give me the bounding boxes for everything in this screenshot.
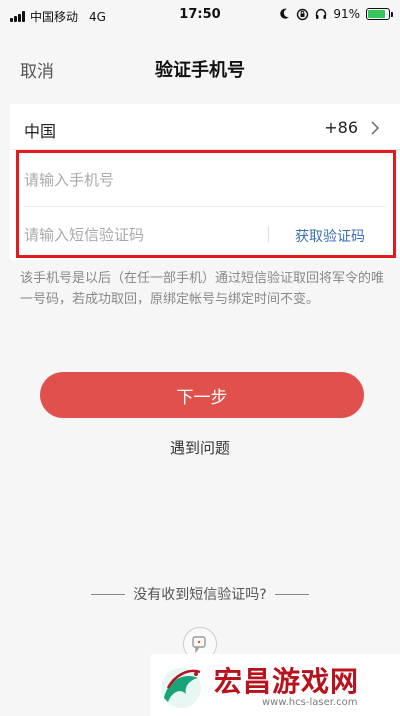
lock-rotation-icon (297, 8, 309, 20)
watermark: 宏昌游戏网 www.hcs-laser.com (150, 654, 400, 716)
no-sms-help: 没有收到短信验证吗? (0, 584, 400, 604)
dragon-logo-icon (161, 668, 201, 708)
status-right: 91% (279, 7, 393, 21)
battery-fill (368, 10, 386, 18)
notice-text: 该手机号是以后（在任一部手机）通过短信验证取回将军令的唯一号码，若成功取回，原绑… (20, 271, 385, 307)
country-code: +86 (324, 118, 358, 137)
divider (24, 206, 386, 207)
battery-percent: 91% (333, 7, 360, 21)
phone-input[interactable] (24, 168, 364, 192)
page-title: 验证手机号 (155, 60, 245, 81)
divider (91, 593, 126, 595)
divider (268, 226, 269, 242)
no-sms-label: 没有收到短信验证吗? (133, 587, 267, 603)
chat-support-icon (192, 636, 206, 654)
get-code-button[interactable]: 获取验证码 (280, 226, 380, 246)
next-button[interactable]: 下一步 (40, 372, 364, 418)
watermark-brand: 宏昌游戏网 (214, 665, 360, 698)
chevron-right-icon (371, 121, 380, 135)
problem-link[interactable]: 遇到问题 (0, 437, 400, 458)
nav-bar: 取消 验证手机号 (0, 40, 400, 94)
status-bar: 中国移动 4G 17:50 91% (0, 0, 400, 32)
country-selector[interactable]: 中国 +86 (10, 104, 400, 150)
sms-code-input[interactable] (24, 223, 254, 247)
battery-nub (391, 12, 393, 17)
country-name: 中国 (24, 122, 57, 141)
headphones-icon (316, 8, 327, 19)
watermark-url: www.hcs-laser.com (262, 697, 358, 708)
verification-form: 获取验证码 (10, 150, 400, 260)
moon-icon (280, 8, 290, 19)
battery-icon (366, 8, 393, 20)
cancel-button[interactable]: 取消 (20, 57, 54, 82)
divider (274, 593, 309, 595)
